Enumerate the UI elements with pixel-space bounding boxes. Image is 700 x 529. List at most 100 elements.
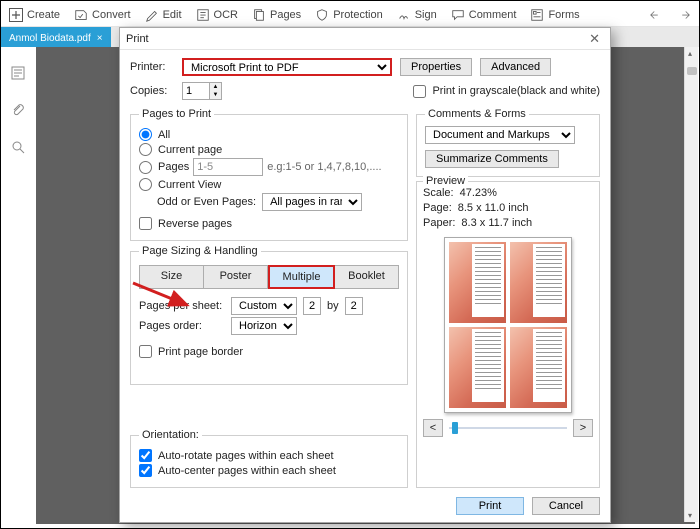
redo-icon (677, 8, 691, 22)
undo-icon (649, 8, 663, 22)
toolbar-pages[interactable]: Pages (252, 8, 301, 22)
pages-range-input[interactable] (193, 158, 263, 176)
spin-down[interactable]: ▼ (209, 91, 221, 99)
summarize-comments-button[interactable]: Summarize Comments (425, 150, 559, 168)
app-toolbar: Create Convert Edit OCR Pages Protection… (1, 1, 699, 27)
preview-next-button[interactable]: > (573, 419, 593, 437)
radio-pages[interactable]: Pages (139, 161, 189, 174)
copies-spinner[interactable]: ▲▼ (182, 82, 222, 100)
preview-thumb (510, 327, 567, 408)
toolbar-label: Comment (469, 9, 517, 21)
properties-button[interactable]: Properties (400, 58, 472, 76)
toolbar-label: Sign (415, 9, 437, 21)
tab-poster[interactable]: Poster (204, 265, 268, 289)
shield-icon (315, 8, 329, 22)
tab-multiple[interactable]: Multiple (268, 265, 335, 289)
dialog-titlebar: Print ✕ (120, 28, 610, 50)
toolbar-label: Protection (333, 9, 383, 21)
radio-current-page[interactable]: Current page (139, 143, 399, 156)
pps-select[interactable]: Custom Sc (231, 297, 297, 315)
pps-rows-input[interactable] (345, 297, 363, 315)
scroll-up-icon[interactable]: ▴ (688, 49, 692, 58)
reverse-checkbox[interactable]: Reverse pages (139, 217, 399, 230)
pps-label: Pages per sheet: (139, 300, 225, 312)
printer-label: Printer: (130, 61, 174, 73)
dialog-footer: Print Cancel (120, 490, 610, 522)
preview-slider[interactable] (449, 422, 567, 434)
search-icon[interactable] (5, 139, 31, 158)
spin-up[interactable]: ▲ (209, 83, 221, 91)
pps-by-label: by (327, 300, 339, 312)
toolbar-create[interactable]: Create (9, 8, 60, 22)
print-page-border-checkbox[interactable]: Print page border (139, 345, 399, 358)
slider-handle[interactable] (452, 422, 458, 434)
forms-icon (530, 8, 544, 22)
redo-button[interactable] (677, 8, 691, 22)
undo-button[interactable] (649, 8, 663, 22)
toolbar-convert[interactable]: Convert (74, 8, 131, 22)
advanced-button[interactable]: Advanced (480, 58, 551, 76)
vertical-scrollbar[interactable]: ▴ ▾ (684, 47, 698, 522)
toolbar-ocr[interactable]: OCR (196, 8, 238, 22)
group-legend: Orientation: (139, 429, 202, 441)
print-dialog: Print ✕ Printer: Microsoft Print to PDF … (119, 27, 611, 523)
pages-to-print-group: Pages to Print All Current page Pages e.… (130, 108, 408, 241)
scroll-thumb[interactable] (687, 67, 697, 75)
odd-even-select[interactable]: All pages in range (262, 193, 362, 211)
pages-icon (252, 8, 266, 22)
sizing-tabs: Size Poster Multiple Booklet (139, 265, 399, 289)
tab-size[interactable]: Size (139, 265, 204, 289)
radio-all[interactable]: All (139, 128, 399, 141)
grayscale-checkbox[interactable]: Print in grayscale(black and white) (413, 85, 600, 98)
print-button[interactable]: Print (456, 497, 524, 515)
sign-icon (397, 8, 411, 22)
side-panel (5, 65, 31, 158)
toolbar-edit[interactable]: Edit (145, 8, 182, 22)
document-tab[interactable]: Anmol Biodata.pdf × (1, 27, 111, 47)
edit-icon (145, 8, 159, 22)
convert-icon (74, 8, 88, 22)
toolbar-protection[interactable]: Protection (315, 8, 383, 22)
copies-input[interactable] (183, 83, 209, 99)
auto-center-checkbox[interactable]: Auto-center pages within each sheet (139, 464, 399, 477)
preview-meta: Scale:47.23% Page:8.5 x 11.0 inch Paper:… (423, 186, 593, 231)
pages-order-select[interactable]: Horizontal (231, 317, 297, 335)
preview-thumb (449, 242, 506, 323)
printer-select[interactable]: Microsoft Print to PDF (182, 58, 392, 76)
toolbar-comment[interactable]: Comment (451, 8, 517, 22)
auto-rotate-checkbox[interactable]: Auto-rotate pages within each sheet (139, 449, 399, 462)
tab-close-icon[interactable]: × (97, 33, 103, 44)
toolbar-label: OCR (214, 9, 238, 21)
attachments-icon[interactable] (5, 102, 31, 121)
preview-sheet (444, 237, 572, 413)
toolbar-label: Create (27, 9, 60, 21)
comments-select[interactable]: Document and Markups (425, 126, 575, 144)
orientation-group: Orientation: Auto-rotate pages within ea… (130, 429, 408, 488)
scroll-down-icon[interactable]: ▾ (688, 511, 692, 520)
pps-cols-input[interactable] (303, 297, 321, 315)
group-legend: Pages to Print (139, 108, 214, 120)
cancel-button[interactable]: Cancel (532, 497, 600, 515)
radio-current-view[interactable]: Current View (139, 178, 399, 191)
thumbnails-icon[interactable] (5, 65, 31, 84)
comment-icon (451, 8, 465, 22)
group-legend: Page Sizing & Handling (139, 245, 261, 257)
preview-box: Preview Scale:47.23% Page:8.5 x 11.0 inc… (416, 181, 600, 488)
tab-filename: Anmol Biodata.pdf (9, 33, 91, 44)
grayscale-label: Print in grayscale(black and white) (432, 85, 600, 97)
toolbar-forms[interactable]: Forms (530, 8, 579, 22)
page-sizing-group: Page Sizing & Handling Size Poster Multi… (130, 245, 408, 385)
preview-thumb (510, 242, 567, 323)
dialog-close-button[interactable]: ✕ (585, 31, 604, 47)
preview-prev-button[interactable]: < (423, 419, 443, 437)
pages-order-label: Pages order: (139, 320, 225, 332)
dialog-title-label: Print (126, 33, 149, 45)
ocr-icon (196, 8, 210, 22)
plus-icon (9, 8, 23, 22)
preview-thumb (449, 327, 506, 408)
pages-hint: e.g:1-5 or 1,4,7,8,10,.... (267, 161, 381, 173)
toolbar-sign[interactable]: Sign (397, 8, 437, 22)
tab-booklet[interactable]: Booklet (335, 265, 399, 289)
odd-even-label: Odd or Even Pages: (157, 196, 256, 208)
comments-forms-group: Comments & Forms Document and Markups Su… (416, 108, 600, 177)
